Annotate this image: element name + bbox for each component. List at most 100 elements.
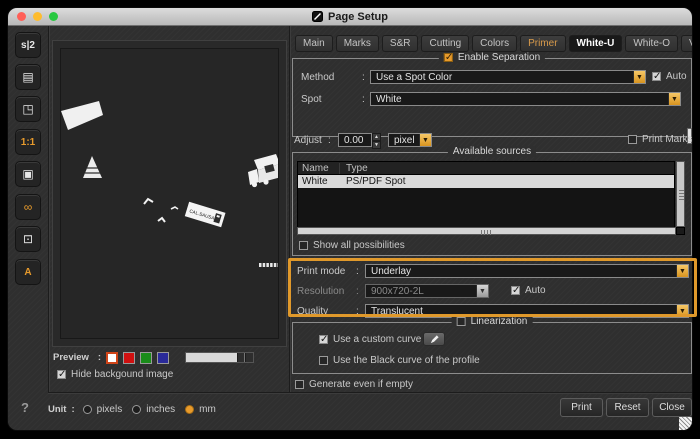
- tab-primer[interactable]: Primer: [520, 35, 565, 52]
- print-button[interactable]: Print: [560, 398, 603, 417]
- swatch-white[interactable]: [106, 352, 118, 364]
- tab-main[interactable]: Main: [295, 35, 333, 52]
- artwork-mark: [158, 218, 165, 222]
- scrollbar-grip: [481, 230, 493, 235]
- app-icon: [312, 11, 323, 22]
- method-auto-checkbox[interactable]: [652, 72, 661, 81]
- preview-panel: CAL.SAUSA: [52, 40, 287, 347]
- unit-inches-radio[interactable]: [132, 405, 141, 414]
- sidebar-text-tool-icon[interactable]: A: [15, 259, 41, 285]
- artwork-mark: [171, 207, 178, 209]
- scrollbar-grip: [679, 188, 684, 200]
- separation-group: Enable Separation Method : Use a Spot Co…: [292, 58, 692, 137]
- table-row[interactable]: White PS/PDF Spot: [298, 175, 674, 188]
- swatch-blue[interactable]: [157, 352, 169, 364]
- print-marks-checkbox[interactable]: [628, 135, 637, 144]
- unit-mm-radio[interactable]: [185, 405, 194, 414]
- minimize-window-icon[interactable]: [33, 12, 42, 21]
- tab-bar: Main Marks S&R Cutting Colors Primer Whi…: [295, 35, 692, 52]
- method-auto-label: Auto: [666, 71, 687, 82]
- hide-background-checkbox[interactable]: [57, 370, 66, 379]
- adjust-spinner[interactable]: ▲ ▼: [372, 133, 381, 147]
- artwork-truck: [248, 154, 278, 187]
- zoom-window-icon[interactable]: [49, 12, 58, 21]
- custom-curve-checkbox[interactable]: [319, 335, 328, 344]
- preview-artwork: CAL.SAUSA: [61, 49, 278, 338]
- artwork-banner: CAL.SAUSA: [185, 202, 226, 227]
- sidebar-divider: [48, 26, 49, 392]
- adjust-unit-dropdown[interactable]: pixel ▼: [388, 133, 432, 147]
- linearization-label: Linearization: [471, 316, 528, 327]
- black-curve-checkbox[interactable]: [319, 356, 328, 365]
- unit-pixels-radio[interactable]: [83, 405, 92, 414]
- generate-empty-label: Generate even if empty: [309, 379, 413, 390]
- method-dropdown[interactable]: Use a Spot Color ▼: [370, 70, 646, 84]
- sidebar-link-icon[interactable]: ∞: [15, 194, 41, 220]
- footer-divider: [48, 392, 692, 393]
- sources-group: Available sources Name Type White PS/PDF…: [292, 152, 692, 256]
- scrollbar-corner: [676, 227, 685, 235]
- tab-varnish[interactable]: Varnish: [681, 35, 692, 52]
- resize-grip[interactable]: [679, 417, 692, 430]
- spin-down-icon[interactable]: ▼: [372, 141, 381, 149]
- tab-marks[interactable]: Marks: [336, 35, 379, 52]
- sidebar-center-view-icon[interactable]: ⊡: [15, 226, 41, 252]
- edit-curve-button[interactable]: [423, 332, 445, 346]
- window-title: Page Setup: [328, 11, 388, 23]
- sidebar-zoom-1to1-icon[interactable]: 1:1: [15, 129, 41, 155]
- sidebar-fit-view-icon[interactable]: ▣: [15, 161, 41, 187]
- screenshot: Page Setup s|2 ▤ ◳ 1:1 ▣ ∞ ⊡ A: [0, 0, 700, 439]
- artwork-mark: [144, 199, 153, 204]
- tab-colors[interactable]: Colors: [472, 35, 517, 52]
- custom-curve-label: Use a custom curve: [333, 334, 421, 345]
- show-all-checkbox[interactable]: [299, 241, 308, 250]
- separator: :: [71, 404, 74, 415]
- adjust-value-field[interactable]: 0.00: [338, 133, 372, 147]
- enable-separation-label: Enable Separation: [458, 52, 540, 63]
- spot-dropdown[interactable]: White ▼: [370, 92, 681, 106]
- help-button[interactable]: ?: [21, 400, 29, 415]
- unit-pixels-label: pixels: [97, 404, 123, 415]
- sidebar-layout-icon[interactable]: ▤: [15, 64, 41, 90]
- annotation-highlight-box: [288, 258, 697, 317]
- slider-block: [246, 353, 253, 362]
- separator: :: [328, 135, 331, 146]
- reset-button[interactable]: Reset: [606, 398, 649, 417]
- hide-background-label: Hide backgound image: [71, 369, 173, 380]
- dropdown-arrow-icon: ▼: [668, 93, 680, 105]
- adjust-label: Adjust: [294, 135, 322, 146]
- preview-opacity-slider[interactable]: [185, 352, 254, 363]
- swatch-green[interactable]: [140, 352, 152, 364]
- titlebar: Page Setup: [8, 8, 692, 26]
- column-name[interactable]: Name: [298, 163, 340, 174]
- dropdown-arrow-icon: ▼: [633, 71, 645, 83]
- tab-sr[interactable]: S&R: [382, 35, 419, 52]
- close-window-icon[interactable]: [17, 12, 26, 21]
- tab-white-u[interactable]: White-U: [569, 35, 623, 52]
- tab-white-o[interactable]: White-O: [625, 35, 678, 52]
- table-header: Name Type: [298, 162, 674, 175]
- generate-empty-checkbox[interactable]: [295, 380, 304, 389]
- table-vertical-scrollbar[interactable]: [676, 161, 685, 227]
- sidebar-open-window-icon[interactable]: ◳: [15, 96, 41, 122]
- panel-divider: [289, 26, 290, 392]
- pencil-icon: [429, 334, 440, 345]
- separator: :: [362, 94, 365, 105]
- unit-label: Unit: [48, 404, 66, 415]
- preview-label: Preview: [53, 352, 89, 363]
- close-button[interactable]: Close: [652, 398, 692, 417]
- slider-fill: [186, 353, 237, 362]
- column-type[interactable]: Type: [340, 163, 368, 174]
- spin-up-icon[interactable]: ▲: [372, 133, 381, 141]
- sidebar-app-logo-icon[interactable]: s|2: [15, 32, 41, 58]
- unit-inches-label: inches: [146, 404, 175, 415]
- slider-block: [238, 353, 245, 362]
- table-horizontal-scrollbar[interactable]: [297, 227, 676, 235]
- tab-cutting[interactable]: Cutting: [421, 35, 469, 52]
- sources-table: Name Type White PS/PDF Spot: [297, 161, 675, 235]
- linearization-checkbox[interactable]: [457, 317, 466, 326]
- dialog-body: s|2 ▤ ◳ 1:1 ▣ ∞ ⊡ A: [8, 26, 692, 430]
- swatch-red[interactable]: [123, 352, 135, 364]
- enable-separation-checkbox[interactable]: [444, 53, 453, 62]
- spot-label: Spot: [301, 94, 322, 105]
